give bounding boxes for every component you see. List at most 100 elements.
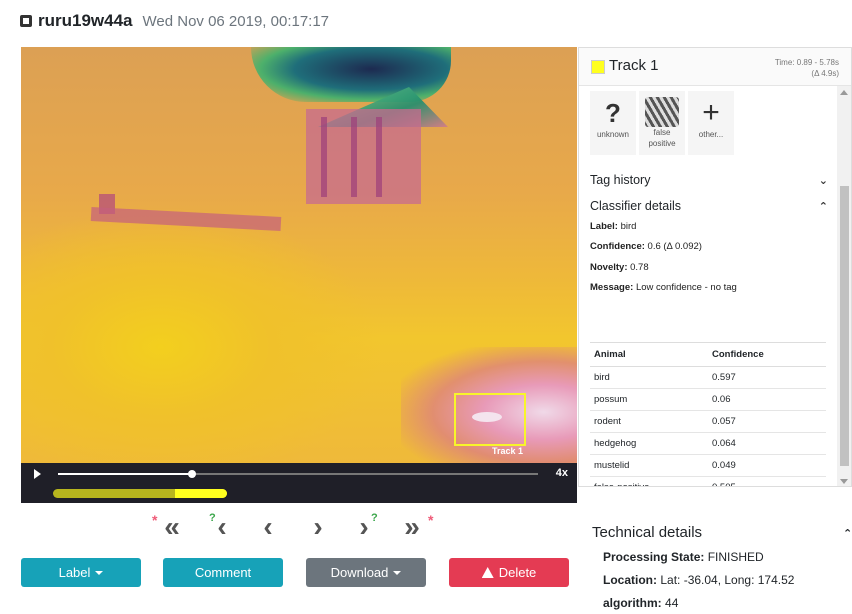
track-time-delta: (Δ 4.9s) [811, 69, 839, 78]
animal-cell: false-positive [590, 476, 708, 486]
table-row: mustelid 0.049 [590, 454, 826, 477]
classifier-details-toggle[interactable]: Classifier details ⌃ [590, 196, 828, 216]
recording-header: ruru19w44a Wed Nov 06 2019, 00:17:17 [20, 10, 329, 32]
fern-icon [645, 97, 679, 127]
track-timeline-highlight [174, 489, 227, 498]
panel-scrollbar[interactable] [837, 86, 851, 486]
playback-speed[interactable]: 4x [556, 467, 568, 479]
tag-caption: false positive [648, 128, 676, 148]
skip-marker: * [152, 512, 158, 528]
warning-icon [481, 567, 494, 578]
download-button[interactable]: Download [306, 558, 426, 587]
classifier-details-title: Classifier details [590, 199, 682, 213]
track-panel-header[interactable]: Track 1 Time: 0.89 - 5.78s (Δ 4.9s) [579, 48, 851, 86]
track-color-swatch [591, 60, 605, 74]
scroll-up-icon[interactable] [840, 90, 848, 95]
thermal-house-post [376, 117, 382, 197]
confidence-cell: 0.505 [708, 476, 826, 486]
label-button-text: Label [58, 565, 91, 580]
animal-cell: mustelid [590, 454, 708, 477]
thermal-bench [90, 207, 282, 231]
chevron-left-icon: ‹ [263, 511, 273, 542]
play-icon[interactable] [34, 469, 41, 479]
animal-cell: rodent [590, 410, 708, 433]
chip-icon [20, 15, 32, 27]
chevron-left-icon: ‹ [217, 511, 227, 542]
table-row: bird 0.597 [590, 366, 826, 389]
navigation-row: * « ? ‹ ‹ › ? › * » [150, 511, 450, 542]
track-panel: Track 1 Time: 0.89 - 5.78s (Δ 4.9s) ? un… [578, 47, 852, 487]
confidence-cell: 0.064 [708, 432, 826, 455]
tag-caption: other... [698, 130, 724, 139]
prev-track-button[interactable]: ‹ [250, 511, 286, 542]
classifier-label: Label: bird [590, 221, 637, 232]
track-panel-body: ? unknown false positive + other... Tag … [579, 86, 837, 486]
scroll-thumb[interactable] [840, 186, 849, 466]
prev-untagged-button[interactable]: ? ‹ [204, 511, 240, 542]
chevron-right-icon: › [313, 511, 323, 542]
next-untagged-button[interactable]: ? › [346, 511, 382, 542]
classifier-confidence: Confidence: 0.6 (Δ 0.092) [590, 241, 702, 252]
track-timeline-bar[interactable] [53, 489, 227, 498]
thermal-house-post [321, 117, 327, 197]
quick-tag-buttons: ? unknown false positive + other... [590, 91, 734, 155]
tag-history-title: Tag history [590, 173, 651, 187]
track-title: Track 1 [609, 57, 659, 74]
comment-button-text: Comment [194, 565, 252, 580]
animal-cell: bird [590, 366, 708, 389]
processing-state: Processing State: FINISHED [603, 550, 764, 564]
tag-history-toggle[interactable]: Tag history ⌄ [590, 170, 828, 190]
prev-recording-skip-button[interactable]: * « [152, 511, 190, 542]
next-track-button[interactable]: › [300, 511, 336, 542]
seek-progress [58, 473, 193, 475]
animal-cell: possum [590, 388, 708, 411]
track-bounding-box[interactable] [454, 393, 526, 446]
chevron-right-icon: › [359, 511, 369, 542]
question-icon: ? [605, 98, 621, 128]
tag-other-button[interactable]: + other... [688, 91, 734, 155]
table-header-row: Animal Confidence [590, 342, 826, 367]
track-time: Time: 0.89 - 5.78s (Δ 4.9s) [775, 57, 839, 79]
chevron-down-icon: ⌄ [818, 174, 828, 187]
classifier-message: Message: Low confidence - no tag [590, 282, 737, 293]
classifier-novelty: Novelty: 0.78 [590, 262, 649, 273]
delete-button-text: Delete [498, 565, 537, 580]
table-row: rodent 0.057 [590, 410, 826, 433]
table-row: false-positive0.505 [590, 476, 826, 486]
thermal-sky-region [251, 47, 451, 102]
plus-icon: + [702, 96, 720, 129]
confidence-cell: 0.06 [708, 388, 826, 411]
seek-bar[interactable] [58, 470, 538, 478]
table-row: possum 0.06 [590, 388, 826, 411]
location: Location: Lat: -36.04, Long: 174.52 [603, 573, 795, 587]
download-button-text: Download [330, 565, 389, 580]
algorithm: algorithm: 44 [603, 596, 679, 610]
confidence-cell: 0.597 [708, 366, 826, 389]
next-recording-skip-button[interactable]: * » [394, 511, 433, 542]
tag-caption: unknown [596, 130, 630, 139]
label-button[interactable]: Label [21, 558, 141, 587]
technical-details-title[interactable]: Technical details [592, 524, 702, 541]
track-timeline [21, 485, 577, 503]
scroll-down-icon[interactable] [840, 479, 848, 484]
tag-false-positive-button[interactable]: false positive [639, 91, 685, 155]
device-name[interactable]: ruru19w44a [38, 11, 133, 31]
delete-button[interactable]: Delete [449, 558, 569, 587]
table-row: hedgehog 0.064 [590, 432, 826, 455]
track-box-label: Track 1 [492, 446, 524, 456]
thermal-video[interactable]: Track 1 [21, 47, 577, 463]
track-time-range: Time: 0.89 - 5.78s [774, 58, 839, 67]
untagged-marker: ? [371, 512, 378, 524]
thermal-house-post [351, 117, 357, 197]
classifier-table: Animal Confidence bird 0.597 possum 0.06 r… [590, 342, 826, 486]
recording-datetime: Wed Nov 06 2019, 00:17:17 [142, 12, 330, 30]
seek-thumb[interactable] [188, 470, 197, 478]
tag-unknown-button[interactable]: ? unknown [590, 91, 636, 155]
confidence-cell: 0.057 [708, 410, 826, 433]
animal-cell: hedgehog [590, 432, 708, 455]
column-header-confidence: Confidence [708, 342, 826, 367]
double-chevron-right-icon: » [404, 511, 420, 542]
chevron-up-icon[interactable]: ⌃ [843, 527, 852, 540]
comment-button[interactable]: Comment [163, 558, 283, 587]
double-chevron-left-icon: « [164, 511, 180, 542]
